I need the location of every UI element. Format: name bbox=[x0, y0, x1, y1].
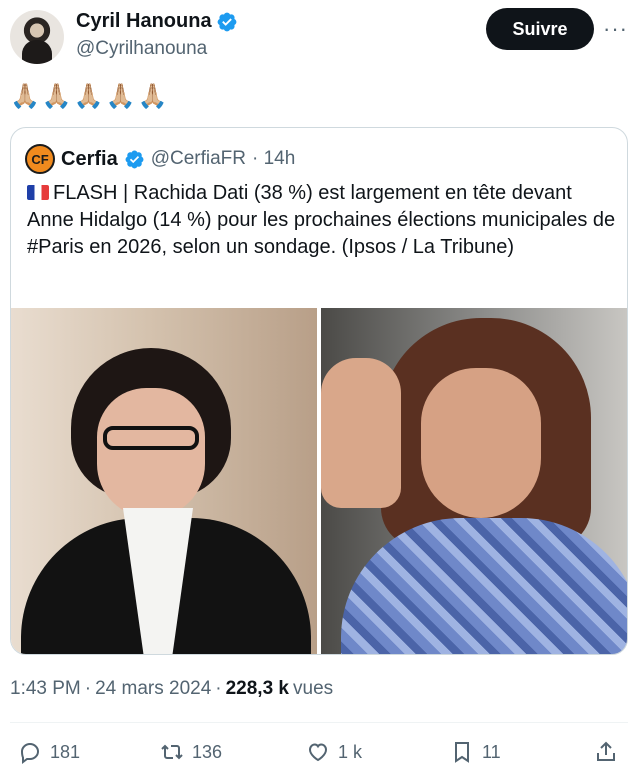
portrait-face bbox=[421, 368, 541, 518]
quoted-avatar: CF bbox=[25, 144, 55, 174]
quoted-timestamp: · 14h bbox=[252, 148, 296, 169]
quoted-image-left[interactable] bbox=[11, 308, 317, 654]
bookmark-icon bbox=[455, 742, 469, 763]
author-avatar[interactable] bbox=[10, 10, 64, 64]
tweet-date[interactable]: 24 mars 2024 bbox=[95, 678, 211, 700]
meta-separator: · bbox=[215, 678, 222, 699]
tweet-text: 🙏🏼🙏🏼🙏🏼🙏🏼🙏🏼 bbox=[10, 83, 170, 110]
reply-button[interactable]: 181 bbox=[18, 740, 80, 764]
reply-count: 181 bbox=[50, 741, 81, 762]
views-label: vues bbox=[293, 678, 334, 699]
portrait-blouse bbox=[341, 518, 627, 654]
heart-icon bbox=[308, 743, 328, 762]
quoted-tweet[interactable]: CF Cerfia @CerfiaFR · 14h FLASH | Rachid… bbox=[10, 127, 628, 655]
like-button[interactable]: 1 k bbox=[306, 740, 362, 764]
reply-icon bbox=[20, 742, 40, 764]
tweet-time[interactable]: 1:43 PM bbox=[10, 678, 81, 700]
tweet-meta: 1:43 PM · 24 mars 2024 · 228,3 k vues bbox=[10, 678, 333, 700]
quoted-text: FLASH | Rachida Dati (38 %) est largemen… bbox=[27, 182, 616, 258]
action-bar: 181 136 1 k 11 bbox=[10, 740, 628, 772]
meta-separator: · bbox=[84, 678, 92, 699]
views-count: 228,3 k bbox=[225, 678, 290, 699]
quoted-text-block: FLASH | Rachida Dati (38 %) est largemen… bbox=[27, 180, 617, 261]
follow-button[interactable]: Suivre bbox=[486, 8, 594, 50]
tweet-header: Cyril Hanouna @Cyrilhanouna Suivre ··· bbox=[10, 8, 634, 64]
author-display-name[interactable]: Cyril Hanouna bbox=[76, 10, 212, 33]
author-name-row[interactable]: Cyril Hanouna bbox=[76, 10, 238, 33]
divider bbox=[10, 722, 628, 723]
quoted-image-right[interactable] bbox=[321, 308, 627, 654]
quoted-display-name: Cerfia bbox=[61, 147, 118, 170]
like-count: 1 k bbox=[338, 741, 363, 762]
france-flag-icon bbox=[27, 185, 49, 200]
more-options-icon[interactable]: ··· bbox=[603, 16, 628, 42]
portrait-waving-hand bbox=[321, 358, 401, 508]
repost-icon bbox=[161, 744, 183, 760]
author-handle[interactable]: @Cyrilhanouna bbox=[76, 38, 207, 60]
verified-badge-icon bbox=[217, 12, 236, 31]
bookmark-count: 11 bbox=[482, 741, 501, 762]
repost-button[interactable]: 136 bbox=[160, 740, 222, 764]
quoted-handle: @CerfiaFR bbox=[150, 148, 246, 169]
share-icon bbox=[597, 741, 615, 761]
bookmark-button[interactable]: 11 bbox=[450, 740, 501, 764]
portrait-face bbox=[97, 388, 205, 518]
share-button[interactable] bbox=[594, 740, 618, 764]
quoted-header: CF Cerfia @CerfiaFR · 14h bbox=[25, 144, 295, 174]
portrait-glasses bbox=[103, 426, 199, 450]
repost-count: 136 bbox=[192, 741, 223, 762]
verified-badge-icon bbox=[125, 150, 144, 168]
